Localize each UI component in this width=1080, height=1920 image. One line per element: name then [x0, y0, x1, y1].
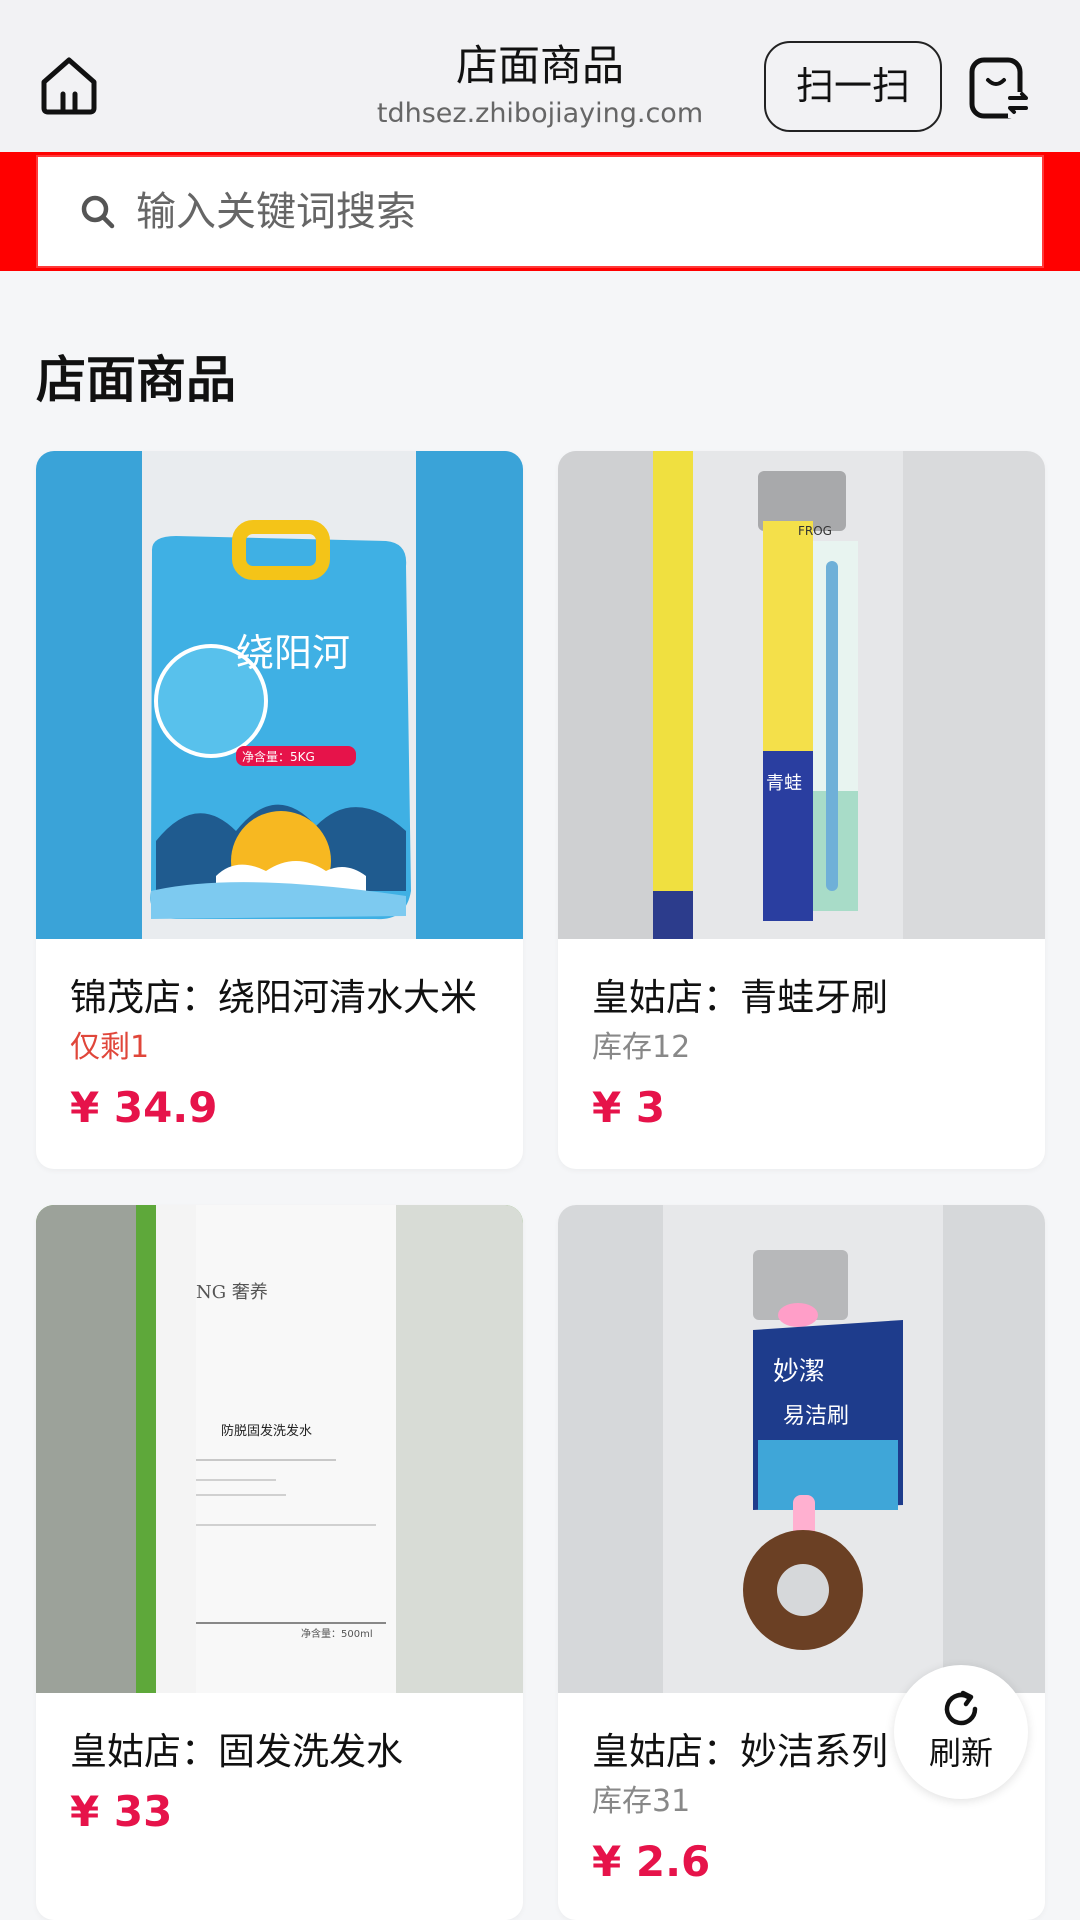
product-price: ¥ 33	[70, 1787, 173, 1836]
toothbrush-cn-text: 青蛙	[766, 773, 802, 794]
product-name: 皇姑店：青蛙牙刷	[592, 976, 888, 1019]
search-box[interactable]	[36, 155, 1044, 268]
title-block: 店面商品 tdhsez.zhibojiaying.com	[340, 38, 740, 132]
product-image-toothbrush[interactable]: FROG 青蛙	[558, 451, 1045, 939]
shampoo-volume-text: 净含量：500ml	[301, 1627, 373, 1640]
search-input[interactable]	[136, 188, 936, 235]
section-title: 店面商品	[36, 351, 236, 409]
brush-title-text: 易洁刷	[783, 1404, 849, 1429]
page-domain: tdhsez.zhibojiaying.com	[376, 98, 704, 129]
product-image-rice[interactable]: 绕阳河 净含量：5KG	[36, 451, 523, 939]
product-price: ¥ 34.9	[70, 1083, 218, 1132]
toothbrush-brand-text: FROG	[798, 524, 832, 538]
home-icon[interactable]	[36, 52, 102, 118]
product-image-shampoo[interactable]: NG 奢养 防脱固发洗发水 净含量：500ml	[36, 1205, 523, 1693]
product-price: ¥ 2.6	[592, 1837, 711, 1886]
shampoo-brand-text: NG 奢养	[196, 1282, 268, 1303]
scan-button[interactable]: 扫一扫	[764, 41, 942, 132]
product-name: 锦茂店：绕阳河清水大米	[70, 976, 477, 1019]
page-title: 店面商品	[455, 41, 624, 90]
product-image-dish-brush[interactable]: 妙潔 易洁刷	[558, 1205, 1045, 1693]
brush-brand-text: 妙潔	[773, 1357, 825, 1387]
product-card[interactable]: NG 奢养 防脱固发洗发水 净含量：500ml 皇姑店：固发洗发水 ¥ 33	[36, 1205, 523, 1920]
product-card[interactable]: 妙潔 易洁刷 皇姑店：妙洁系列 库存31 ¥ 2.6	[558, 1205, 1045, 1920]
mini-program-icon[interactable]	[968, 56, 1032, 120]
product-stock: 库存12	[592, 1030, 691, 1065]
top-navigation-bar: 店面商品 tdhsez.zhibojiaying.com 扫一扫	[0, 0, 1080, 152]
shampoo-title-text: 防脱固发洗发水	[221, 1423, 312, 1439]
rice-brand-text: 绕阳河	[236, 631, 350, 675]
product-card[interactable]: 绕阳河 净含量：5KG 锦茂店：绕阳河清水大米 仅剩1 ¥ 34.9	[36, 451, 523, 1169]
refresh-label: 刷新	[928, 1734, 993, 1772]
product-price: ¥ 3	[592, 1083, 666, 1132]
search-icon	[81, 195, 115, 228]
refresh-icon	[944, 1690, 978, 1726]
product-name: 皇姑店：固发洗发水	[70, 1730, 403, 1773]
product-card[interactable]: FROG 青蛙 皇姑店：青蛙牙刷 库存12 ¥ 3	[558, 451, 1045, 1169]
product-stock: 仅剩1	[70, 1030, 150, 1065]
refresh-button[interactable]: 刷新	[894, 1665, 1028, 1799]
search-bar	[0, 152, 1080, 271]
rice-net-text: 净含量：5KG	[242, 749, 315, 764]
